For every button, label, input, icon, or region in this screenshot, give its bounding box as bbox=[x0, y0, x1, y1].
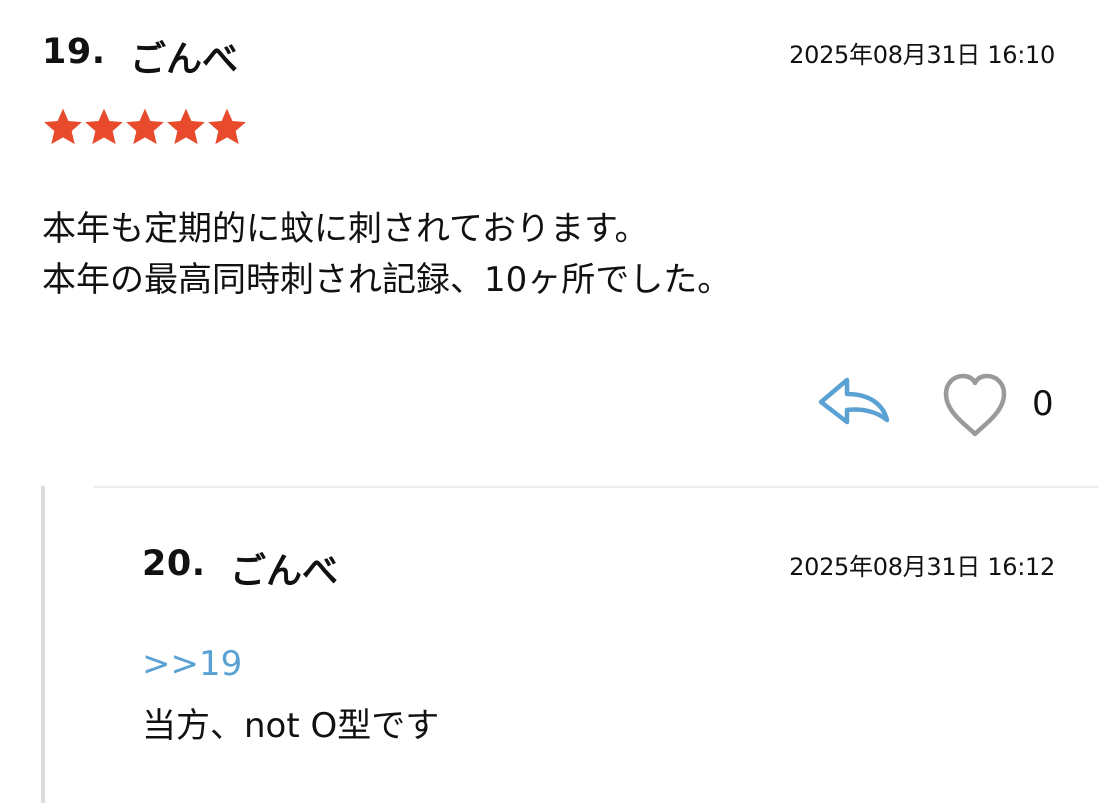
reply-divider bbox=[93, 486, 1099, 488]
reply-text: 当方、not O型です bbox=[142, 706, 440, 746]
star-icon bbox=[165, 106, 207, 148]
post-author: ごんべ bbox=[130, 39, 239, 80]
post-body-line: 本年も定期的に蚊に刺されております。 bbox=[42, 209, 649, 249]
reply-thread-line bbox=[41, 486, 45, 803]
post-actions: 0 bbox=[0, 370, 1099, 446]
post-date: 2025年08月31日 16:10 bbox=[789, 41, 1055, 69]
star-rating bbox=[42, 106, 247, 150]
reply-author: ごんべ bbox=[230, 551, 339, 592]
reply-date: 2025年08月31日 16:12 bbox=[789, 553, 1055, 581]
reply-anchor-link[interactable]: >>19 bbox=[142, 644, 242, 684]
star-icon bbox=[42, 106, 84, 148]
post-body-line: 本年の最高同時刺され記録、10ヶ所でした。 bbox=[42, 260, 732, 300]
heart-outline-icon[interactable] bbox=[938, 370, 1012, 440]
like-count: 0 bbox=[1032, 384, 1054, 424]
reply-header: 20. ごんべ 2025年08月31日 16:12 bbox=[142, 540, 1055, 592]
reply-arrow-icon[interactable] bbox=[813, 374, 893, 426]
post-header: 19. ごんべ 2025年08月31日 16:10 bbox=[42, 28, 1055, 80]
reply-number: 20. bbox=[142, 544, 206, 584]
star-icon bbox=[83, 106, 125, 148]
star-icon bbox=[206, 106, 248, 148]
thread-page: 19. ごんべ 2025年08月31日 16:10 本年も定期的に蚊に刺されてお… bbox=[0, 0, 1099, 803]
star-icon bbox=[124, 106, 166, 148]
post-body: 本年も定期的に蚊に刺されております。 本年の最高同時刺され記録、10ヶ所でした。 bbox=[42, 204, 1042, 306]
post-number: 19. bbox=[42, 32, 106, 72]
